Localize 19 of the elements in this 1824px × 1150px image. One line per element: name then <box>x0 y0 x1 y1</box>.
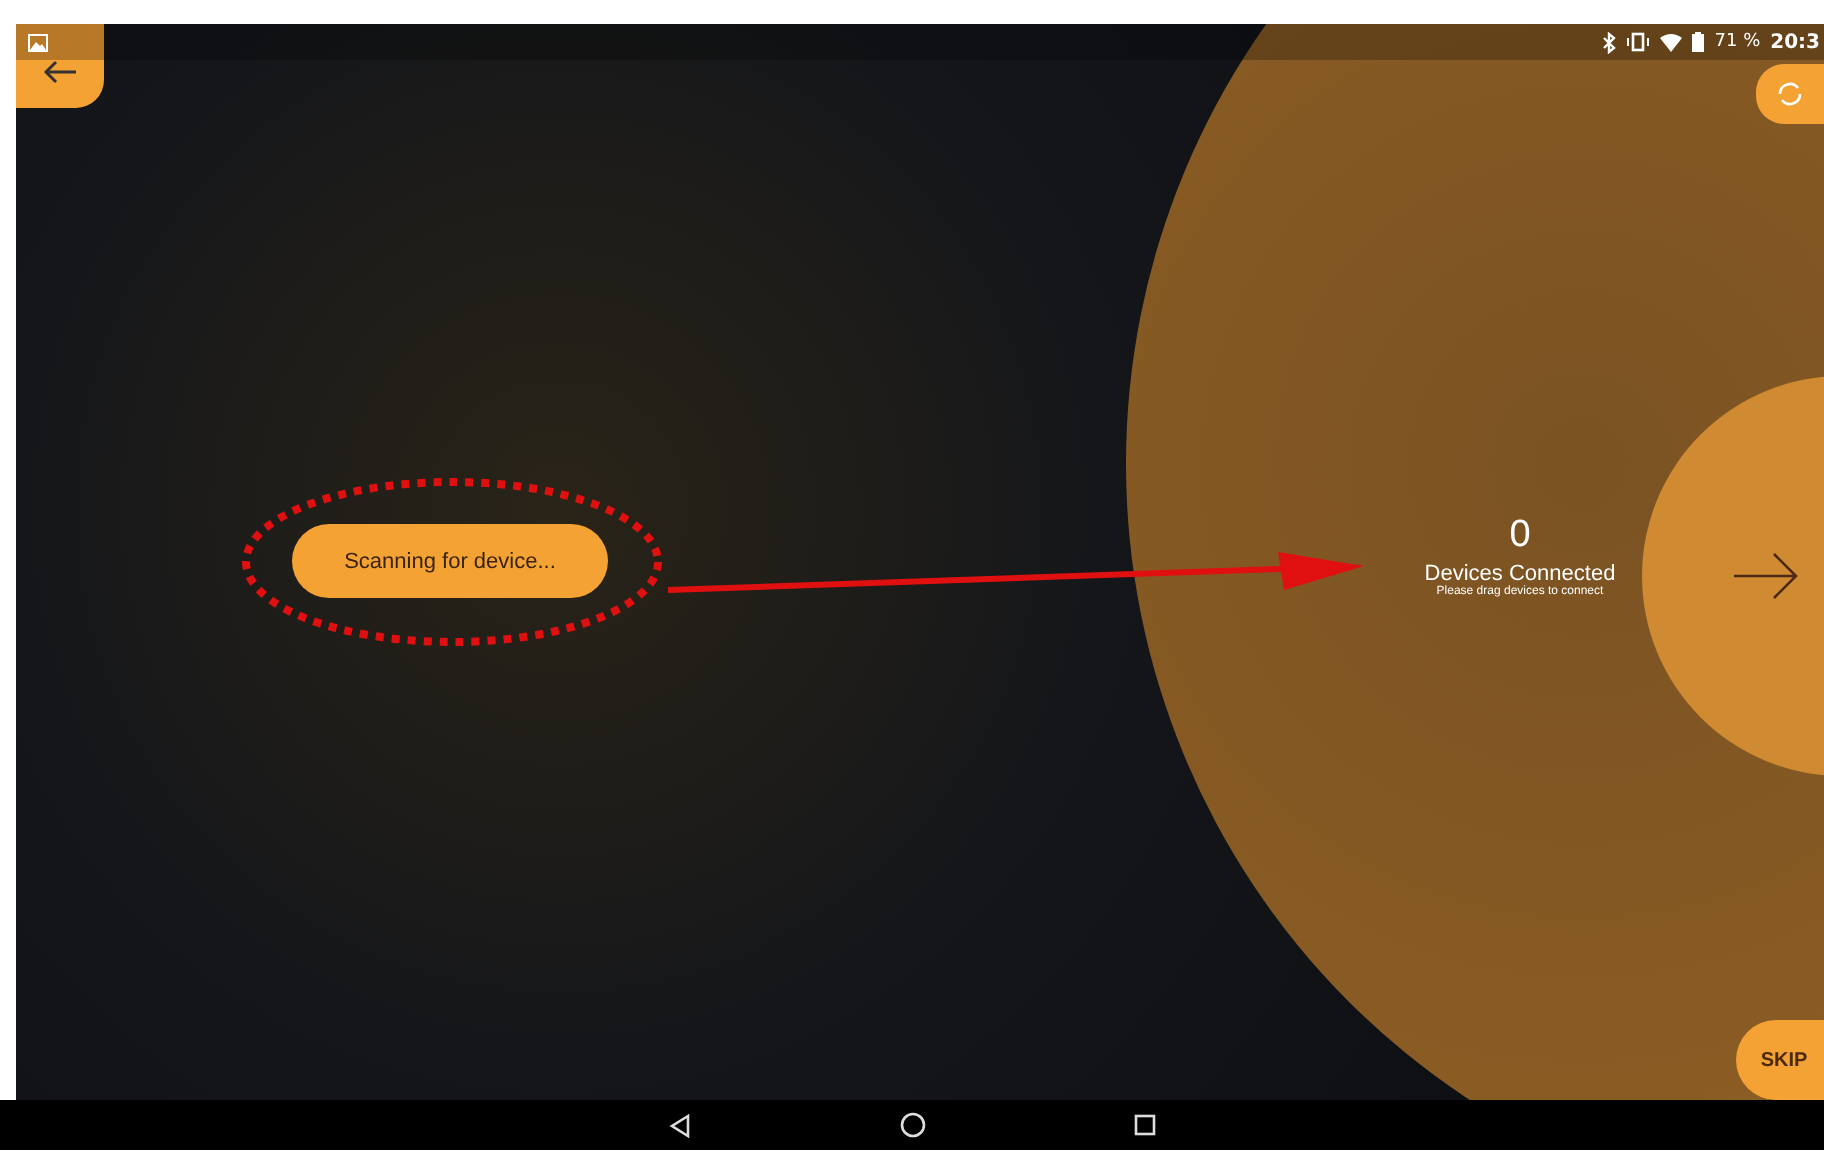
recents-nav-icon[interactable] <box>1134 1114 1156 1136</box>
device-count: 0 <box>1509 514 1531 558</box>
battery-icon <box>1692 32 1705 52</box>
image-icon <box>28 33 48 51</box>
refresh-icon <box>1776 80 1804 108</box>
bluetooth-icon <box>1602 31 1617 53</box>
clock-time: 20:3 <box>1770 31 1820 53</box>
right-arrow-icon <box>1732 552 1800 600</box>
back-arrow-icon <box>42 59 78 83</box>
wifi-icon <box>1660 32 1683 52</box>
vibrate-icon <box>1626 32 1651 52</box>
skip-button[interactable]: SKIP <box>1736 1020 1824 1100</box>
scanning-button[interactable]: Scanning for device... <box>292 524 608 598</box>
back-nav-icon[interactable] <box>668 1113 692 1137</box>
devices-connected-label: Devices Connected <box>1424 562 1616 586</box>
battery-percent: 71 % <box>1714 32 1761 52</box>
back-button[interactable] <box>16 24 104 108</box>
home-nav-icon[interactable] <box>900 1112 926 1138</box>
refresh-button[interactable] <box>1756 64 1824 124</box>
